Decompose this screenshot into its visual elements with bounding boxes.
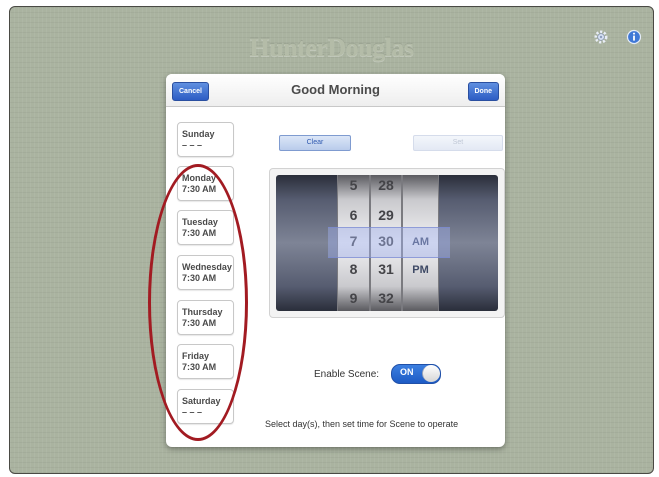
period-option-selected[interactable]: AM <box>403 236 438 248</box>
period-wheel[interactable]: AM PM <box>402 175 439 311</box>
time-picker[interactable]: 5 6 7 8 9 28 29 30 31 32 AM PM <box>276 175 498 311</box>
clear-button[interactable]: Clear <box>279 135 351 151</box>
dialog-nav-bar: Cancel Good Morning Done <box>166 74 505 107</box>
day-name: Sunday <box>182 129 215 139</box>
day-name: Tuesday <box>182 217 218 227</box>
instruction-text: Select day(s), then set time for Scene t… <box>265 419 459 429</box>
info-icon[interactable] <box>626 29 642 45</box>
day-button-friday[interactable]: Friday 7:30 AM <box>177 344 234 379</box>
enable-scene-label: Enable Scene: <box>314 369 380 380</box>
set-button[interactable]: Set <box>413 135 503 151</box>
day-button-sunday[interactable]: Sunday – – – <box>177 122 234 157</box>
day-name: Monday <box>182 173 217 183</box>
enable-scene-toggle[interactable]: ON <box>391 364 441 384</box>
hour-wheel[interactable]: 5 6 7 8 9 <box>337 175 370 311</box>
hour-option[interactable]: 6 <box>338 207 369 223</box>
day-name: Friday <box>182 351 210 361</box>
day-time: 7:30 AM <box>182 362 217 372</box>
day-name: Saturday <box>182 396 221 406</box>
done-button[interactable]: Done <box>467 82 499 101</box>
gear-icon[interactable] <box>593 29 609 45</box>
app-screen: HunterDouglas Cancel Good Morning Done S… <box>9 6 654 474</box>
minute-option[interactable]: 31 <box>371 261 401 277</box>
hour-option-selected[interactable]: 7 <box>338 233 369 249</box>
day-time: 7:30 AM <box>182 273 217 283</box>
day-name: Wednesday <box>182 262 232 272</box>
day-button-saturday[interactable]: Saturday – – – <box>177 389 234 424</box>
day-button-thursday[interactable]: Thursday 7:30 AM <box>177 300 234 335</box>
day-button-wednesday[interactable]: Wednesday 7:30 AM <box>177 255 234 290</box>
dialog-title: Good Morning <box>291 82 380 97</box>
minute-option[interactable]: 29 <box>371 207 401 223</box>
day-time: – – – <box>182 407 203 417</box>
day-time: – – – <box>182 140 203 150</box>
schedule-dialog: Cancel Good Morning Done Sunday – – – Mo… <box>166 74 505 447</box>
period-option[interactable]: PM <box>403 264 438 276</box>
day-button-monday[interactable]: Monday 7:30 AM <box>177 166 234 201</box>
minute-option[interactable]: 32 <box>371 290 401 306</box>
day-button-tuesday[interactable]: Tuesday 7:30 AM <box>177 210 234 245</box>
day-time: 7:30 AM <box>182 184 217 194</box>
minute-option-selected[interactable]: 30 <box>371 233 401 249</box>
toggle-state-label: ON <box>400 367 414 377</box>
day-name: Thursday <box>182 307 223 317</box>
time-picker-frame: 5 6 7 8 9 28 29 30 31 32 AM PM <box>269 168 505 318</box>
day-time: 7:30 AM <box>182 228 217 238</box>
toggle-knob[interactable] <box>422 365 440 382</box>
hour-option[interactable]: 9 <box>338 290 369 306</box>
hour-option[interactable]: 5 <box>338 177 369 193</box>
minute-wheel[interactable]: 28 29 30 31 32 <box>370 175 402 311</box>
brand-logo: HunterDouglas <box>249 33 414 62</box>
hour-option[interactable]: 8 <box>338 261 369 277</box>
day-time: 7:30 AM <box>182 318 217 328</box>
minute-option[interactable]: 28 <box>371 177 401 193</box>
